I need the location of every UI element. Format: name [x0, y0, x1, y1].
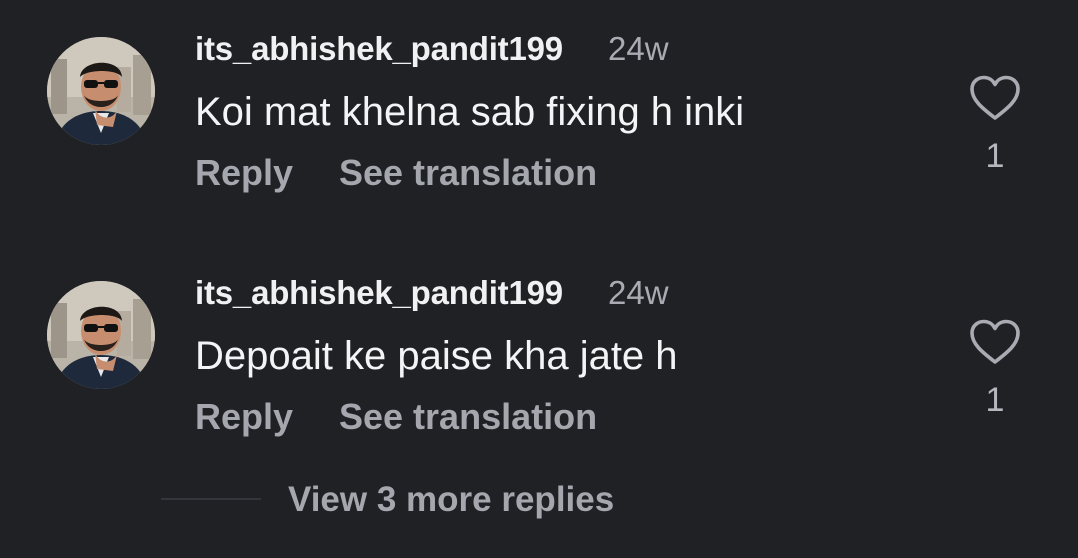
username[interactable]: its_abhishek_pandit199 [195, 274, 563, 312]
replies-divider [161, 498, 261, 500]
comment-text: Depoait ke paise kha jate h [195, 334, 678, 378]
like-button[interactable] [968, 74, 1022, 122]
username[interactable]: its_abhishek_pandit199 [195, 30, 563, 68]
avatar-image [47, 281, 155, 389]
like-count: 1 [985, 381, 1005, 419]
view-replies-row: View 3 more replies [0, 470, 1078, 530]
heart-outline-icon [970, 75, 1020, 120]
see-translation-button[interactable]: See translation [339, 396, 597, 438]
see-translation-button[interactable]: See translation [339, 152, 597, 194]
avatar-image [47, 37, 155, 145]
comment-item: its_abhishek_pandit199 24w Koi mat kheln… [0, 0, 1078, 193]
avatar[interactable] [47, 281, 155, 389]
comment-item: its_abhishek_pandit199 24w Depoait ke pa… [0, 244, 1078, 437]
timestamp: 24w [608, 30, 669, 67]
reply-button[interactable]: Reply [195, 396, 293, 438]
heart-outline-icon [970, 319, 1020, 364]
like-button[interactable] [968, 318, 1022, 366]
view-more-replies-button[interactable]: View 3 more replies [288, 480, 614, 520]
reply-button[interactable]: Reply [195, 152, 293, 194]
comment-text: Koi mat khelna sab fixing h inki [195, 90, 745, 134]
like-count: 1 [985, 137, 1005, 175]
timestamp: 24w [608, 274, 669, 311]
comment-thread: its_abhishek_pandit199 24w Koi mat kheln… [0, 0, 1078, 558]
avatar[interactable] [47, 37, 155, 145]
